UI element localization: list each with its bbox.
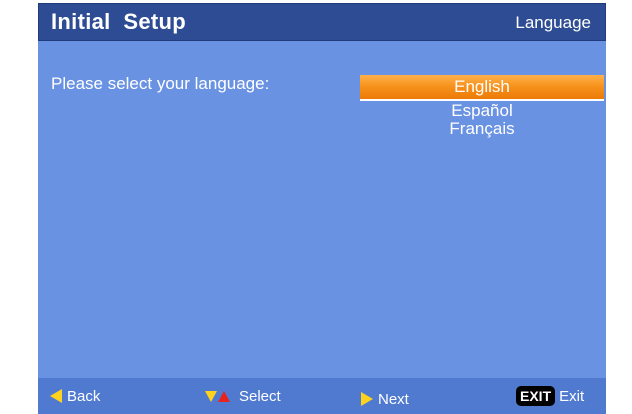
language-option-francais[interactable]: Français	[360, 120, 604, 138]
page-title: Initial Setup	[51, 9, 186, 34]
arrow-down-icon	[205, 390, 217, 402]
arrow-up-icon	[218, 390, 230, 402]
select-hint[interactable]: Select	[205, 378, 281, 414]
exit-button[interactable]: EXIT Exit	[516, 378, 584, 414]
back-label: Back	[67, 387, 101, 405]
arrow-right-icon	[361, 392, 373, 406]
content-panel: Please select your language: English Esp…	[38, 41, 606, 378]
language-list[interactable]: English Español Français	[360, 75, 604, 138]
setup-screen: Initial Setup Language Please select you…	[0, 0, 632, 414]
next-button[interactable]: Next	[361, 381, 409, 414]
back-button[interactable]: Back	[50, 378, 100, 414]
header-bar: Initial Setup Language	[38, 3, 606, 41]
exit-label: Exit	[559, 387, 585, 405]
up-down-arrows-icon	[205, 390, 230, 402]
language-option-english[interactable]: English	[360, 75, 604, 101]
exit-key-badge: EXIT	[516, 386, 556, 406]
arrow-left-icon	[50, 389, 62, 403]
next-label: Next	[378, 390, 409, 408]
section-label: Language	[515, 13, 591, 32]
language-option-espanol[interactable]: Español	[360, 102, 604, 120]
language-prompt: Please select your language:	[51, 74, 270, 93]
footer-hint-bar: Back Select Next EXIT Exit	[38, 378, 606, 414]
select-label: Select	[239, 387, 281, 405]
